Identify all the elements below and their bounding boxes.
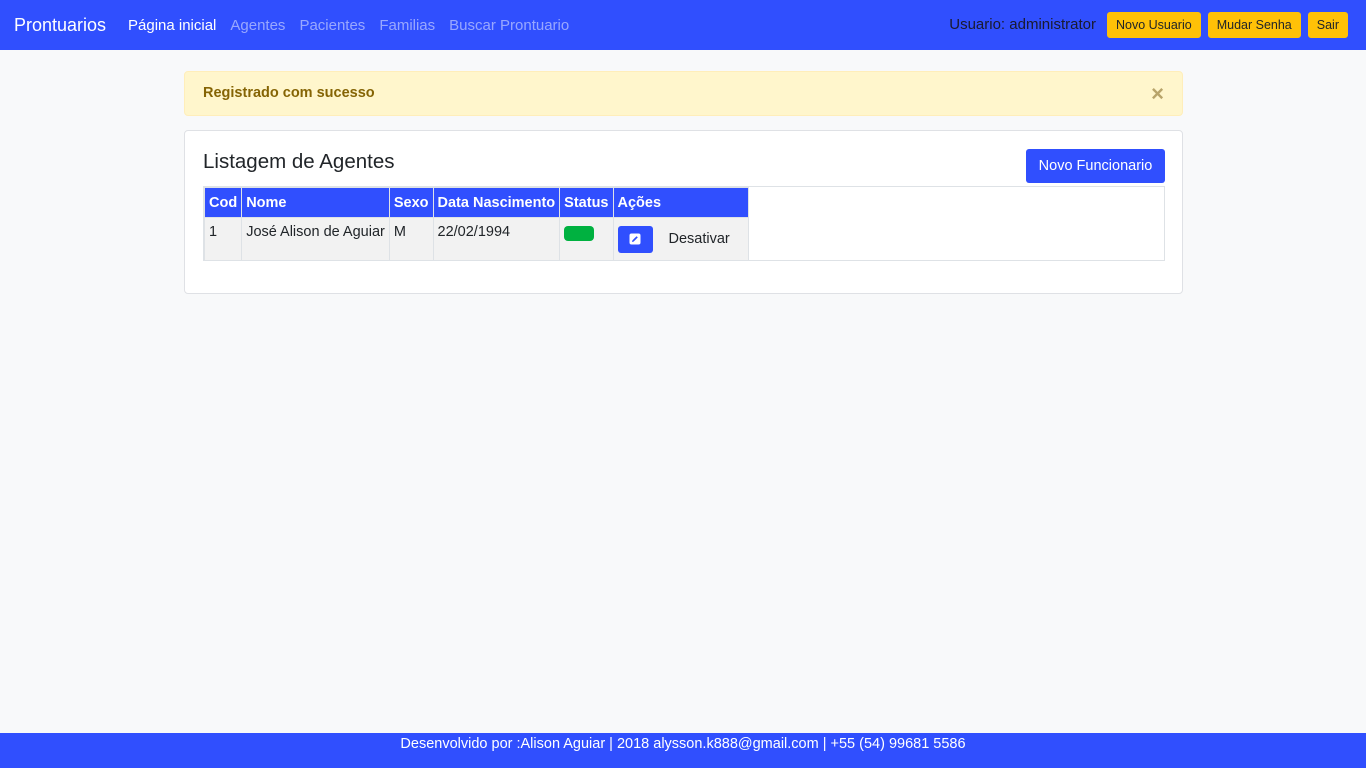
- column-header-sexo: Sexo: [388, 187, 434, 218]
- current-user-label: Usuario: administrator: [949, 16, 1096, 33]
- new-user-button[interactable]: Novo Usuario: [1106, 12, 1201, 38]
- column-header-data-nascimento: Data Nascimento: [432, 187, 561, 218]
- nav-link-home[interactable]: Página inicial: [128, 16, 216, 36]
- status-badge: [564, 226, 595, 241]
- column-header-acoes: Ações: [612, 187, 749, 218]
- close-icon[interactable]: ×: [1151, 82, 1164, 106]
- cell-cod: 1: [203, 217, 243, 261]
- nav-link-pacientes[interactable]: Pacientes: [299, 16, 365, 36]
- column-header-cod: Cod: [203, 187, 243, 218]
- pencil-square-icon: [629, 233, 641, 245]
- nav-link-agentes[interactable]: Agentes: [230, 16, 285, 36]
- logout-button[interactable]: Sair: [1307, 12, 1348, 38]
- nav-link-familias[interactable]: Familias: [379, 16, 435, 36]
- alert-message: Registrado com sucesso: [203, 85, 375, 101]
- cell-sexo: M: [388, 217, 434, 261]
- nav-links: Página inicial Agentes Pacientes Familia…: [128, 16, 583, 36]
- navbar: Prontuarios Página inicial Agentes Pacie…: [0, 0, 1366, 50]
- success-alert: Registrado com sucesso ×: [184, 71, 1183, 116]
- cell-data-nascimento: 22/02/1994: [432, 217, 561, 261]
- cell-status: [559, 217, 614, 261]
- agents-card: Listagem de Agentes Novo Funcionario Cod…: [184, 130, 1183, 294]
- column-header-status: Status: [559, 187, 614, 218]
- cell-nome: José Alison de Aguiar: [241, 217, 390, 261]
- nav-right: Usuario: administrator Novo Usuario Muda…: [949, 12, 1348, 38]
- brand-logo[interactable]: Prontuarios: [14, 14, 106, 36]
- table-row: 1 José Alison de Aguiar M 22/02/1994 Des…: [203, 217, 749, 261]
- row-actions: Desativar: [617, 218, 744, 260]
- agents-table: Cod Nome Sexo Data Nascimento Status Açõ…: [203, 187, 749, 261]
- page-title: Listagem de Agentes: [203, 150, 395, 173]
- new-employee-button[interactable]: Novo Funcionario: [1026, 149, 1165, 183]
- cell-actions: Desativar: [612, 217, 749, 261]
- nav-link-buscar-prontuario[interactable]: Buscar Prontuario: [449, 16, 569, 36]
- deactivate-button[interactable]: Desativar: [654, 221, 744, 257]
- change-password-button[interactable]: Mudar Senha: [1207, 12, 1301, 38]
- table-header-row: Cod Nome Sexo Data Nascimento Status Açõ…: [203, 187, 749, 218]
- footer: Desenvolvido por :Alison Aguiar | 2018 a…: [0, 733, 1366, 768]
- edit-button[interactable]: [617, 225, 653, 253]
- footer-text: Desenvolvido por :Alison Aguiar | 2018 a…: [400, 736, 966, 752]
- column-header-nome: Nome: [241, 187, 390, 218]
- table-container: Cod Nome Sexo Data Nascimento Status Açõ…: [203, 186, 1165, 261]
